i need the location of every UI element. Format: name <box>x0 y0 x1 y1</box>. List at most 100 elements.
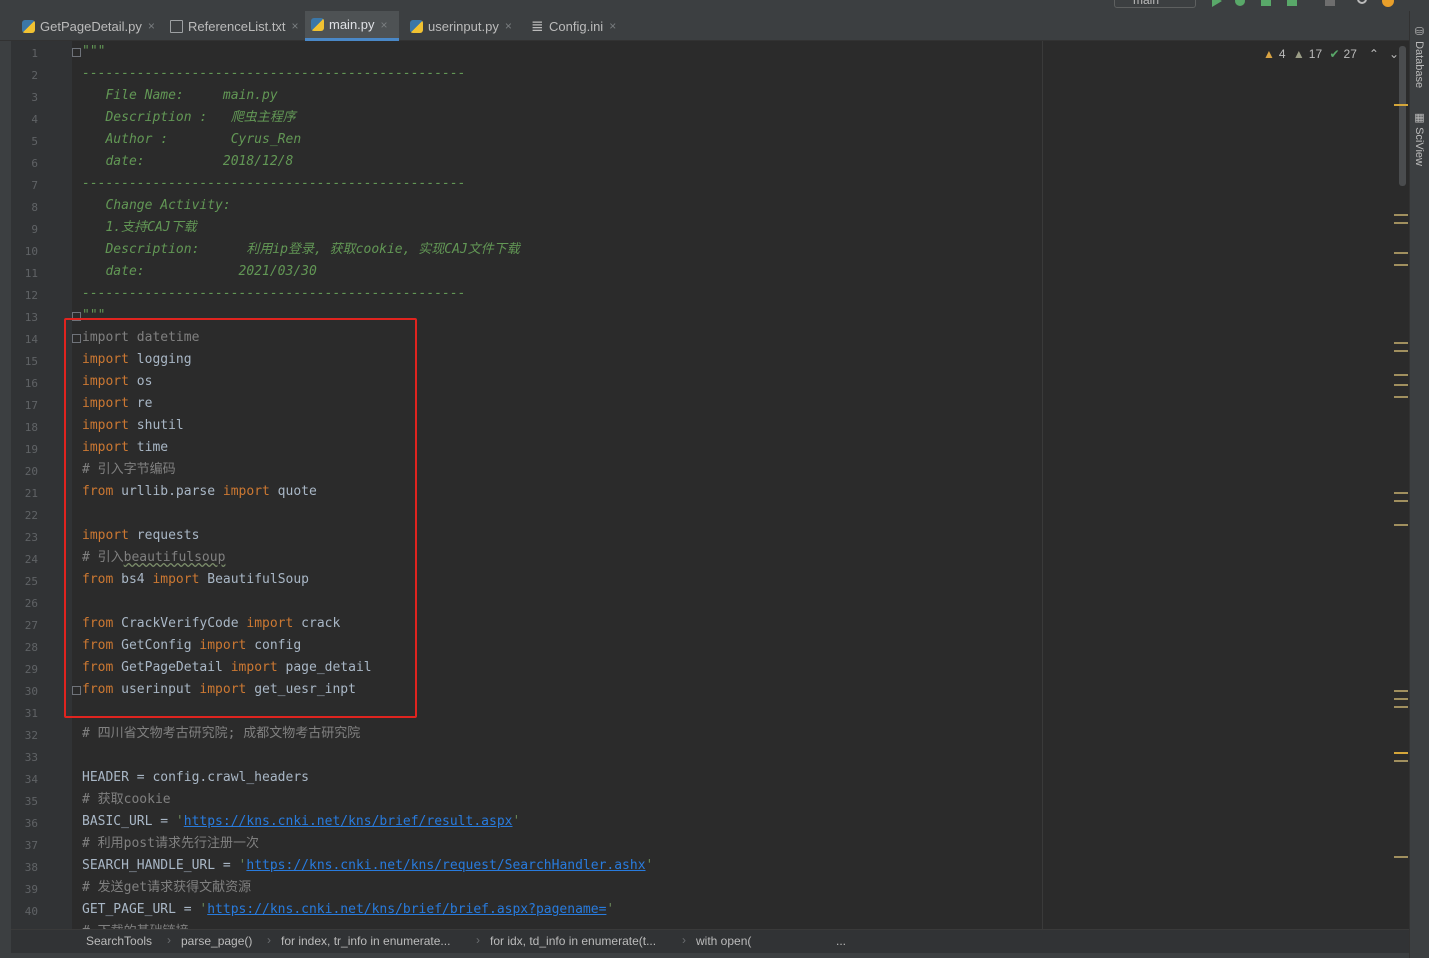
error-stripe-marker[interactable] <box>1394 752 1408 754</box>
annotation-highlight-box <box>64 318 417 718</box>
run-icon[interactable] <box>1210 0 1222 7</box>
line-number: 23 <box>24 531 38 544</box>
line-number: 9 <box>31 223 38 236</box>
chevron-right-icon: › <box>267 933 271 947</box>
identifier: SEARCH_HANDLE_URL = <box>82 858 239 873</box>
line-number: 36 <box>24 817 38 830</box>
error-stripe-marker[interactable] <box>1394 374 1408 376</box>
code-line: date: 2018/12/8 <box>82 154 294 169</box>
line-number: 2 <box>31 69 38 82</box>
code-line: Change Activity: <box>82 198 231 213</box>
stop-icon[interactable] <box>1324 0 1336 6</box>
line-number: 35 <box>24 795 38 808</box>
tab-label: ReferenceList.txt <box>188 18 286 34</box>
search-icon[interactable] <box>1356 0 1368 6</box>
line-number: 21 <box>24 487 38 500</box>
tab-getpagedetail[interactable]: GetPageDetail.py × <box>16 11 157 41</box>
tool-tab-label: SciView <box>1413 127 1425 166</box>
error-stripe-marker[interactable] <box>1394 856 1408 858</box>
right-margin-guide <box>1042 41 1043 929</box>
error-stripe-marker[interactable] <box>1394 760 1408 762</box>
string-quote: ' <box>175 814 184 829</box>
close-icon[interactable]: × <box>505 19 512 33</box>
next-highlight-icon[interactable]: ⌄ <box>1389 47 1399 61</box>
error-stripe-marker[interactable] <box>1394 104 1408 106</box>
url-link[interactable]: https://kns.cnki.net/kns/request/SearchH… <box>246 858 645 873</box>
string-quote: ' <box>645 858 654 873</box>
debug-icon[interactable] <box>1234 0 1246 6</box>
error-stripe-marker[interactable] <box>1394 350 1408 352</box>
inspection-widget[interactable]: ▲ 4 ▲ 17 ✔ 27 ⌃ ⌄ <box>1263 46 1399 62</box>
sciview-tool-tab[interactable]: ▦ SciView <box>1413 111 1426 166</box>
error-stripe-marker[interactable] <box>1394 342 1408 344</box>
line-number: 20 <box>24 465 38 478</box>
breadcrumb-item[interactable]: with open( <box>696 934 751 948</box>
database-tool-tab[interactable]: ⛁ Database <box>1413 25 1426 88</box>
line-number: 34 <box>24 773 38 786</box>
profile-icon[interactable] <box>1286 0 1298 6</box>
close-icon[interactable]: × <box>292 19 299 33</box>
close-icon[interactable]: × <box>148 19 155 33</box>
code-line: SEARCH_HANDLE_URL = 'https://kns.cnki.ne… <box>82 855 653 877</box>
line-number: 32 <box>24 729 38 742</box>
previous-highlight-icon[interactable]: ⌃ <box>1369 47 1379 61</box>
vertical-scrollbar-thumb[interactable] <box>1399 46 1406 186</box>
error-stripe-marker[interactable] <box>1394 690 1408 692</box>
error-stripe-marker[interactable] <box>1394 214 1408 216</box>
tab-label: userinput.py <box>428 18 499 34</box>
typo-count: 27 <box>1343 47 1357 61</box>
code-line: File Name: main.py <box>82 88 278 103</box>
error-stripe-marker[interactable] <box>1394 698 1408 700</box>
code-line: GET_PAGE_URL = 'https://kns.cnki.net/kns… <box>82 899 614 921</box>
error-stripe-marker[interactable] <box>1394 396 1408 398</box>
breadcrumb-item[interactable]: for idx, td_info in enumerate(t... <box>490 934 656 948</box>
status-bar-strip <box>0 953 1409 958</box>
tab-userinput[interactable]: userinput.py × <box>404 11 517 41</box>
line-number-gutter[interactable]: 1 2 3 4 5 6 7 8 9 10 11 12 13 14 15 16 1… <box>11 41 81 929</box>
line-number: 37 <box>24 839 38 852</box>
code-comment: # 获取cookie <box>82 792 171 807</box>
string-quote: ' <box>512 814 521 829</box>
url-link[interactable]: https://kns.cnki.net/kns/brief/brief.asp… <box>207 902 606 917</box>
warning-count: 4 <box>1278 47 1286 61</box>
line-number: 39 <box>24 883 38 896</box>
close-icon[interactable]: × <box>381 18 388 32</box>
line-number: 7 <box>31 179 38 192</box>
coverage-icon[interactable] <box>1260 0 1272 6</box>
code-line: BASIC_URL = 'https://kns.cnki.net/kns/br… <box>82 811 520 833</box>
error-stripe-marker[interactable] <box>1394 252 1408 254</box>
identifier: BASIC_URL = <box>82 814 176 829</box>
error-stripe-marker[interactable] <box>1394 500 1408 502</box>
line-number: 14 <box>24 333 38 346</box>
tab-config[interactable]: Config.ini × <box>525 11 625 41</box>
tab-label: GetPageDetail.py <box>40 18 142 34</box>
error-stripe-marker[interactable] <box>1394 492 1408 494</box>
branch-selector[interactable]: main <box>1114 0 1196 8</box>
tab-referencelist[interactable]: ReferenceList.txt × <box>164 11 302 41</box>
breadcrumb-item[interactable]: for index, tr_info in enumerate... <box>281 934 450 948</box>
string-quote: ' <box>606 902 615 917</box>
error-stripe-marker[interactable] <box>1394 384 1408 386</box>
code-line: ----------------------------------------… <box>82 66 466 81</box>
tool-tab-label: Database <box>1413 41 1425 89</box>
error-stripe-marker[interactable] <box>1394 524 1408 526</box>
error-stripe-marker[interactable] <box>1394 264 1408 266</box>
close-icon[interactable]: × <box>609 19 616 33</box>
error-stripe-marker[interactable] <box>1394 706 1408 708</box>
error-stripe-marker[interactable] <box>1394 222 1408 224</box>
tab-main[interactable]: main.py × <box>305 11 399 41</box>
chevron-right-icon: › <box>682 933 686 947</box>
breadcrumb-item[interactable]: SearchTools <box>86 934 152 948</box>
weak-warning-icon: ▲ <box>1289 47 1305 61</box>
url-link[interactable]: https://kns.cnki.net/kns/brief/result.as… <box>184 814 513 829</box>
line-number: 4 <box>31 113 38 126</box>
line-number: 24 <box>24 553 38 566</box>
line-number: 31 <box>24 707 38 720</box>
breadcrumb-item[interactable]: parse_page() <box>181 934 252 948</box>
right-tool-window-strip: ⛁ Database ▦ SciView <box>1409 11 1429 958</box>
editor-tab-bar: GetPageDetail.py × ReferenceList.txt × m… <box>0 11 1409 41</box>
chevron-right-icon: › <box>167 933 171 947</box>
update-icon[interactable] <box>1382 0 1394 7</box>
breadcrumb-item[interactable]: ... <box>836 934 846 948</box>
sciview-icon: ▦ <box>1413 111 1425 124</box>
